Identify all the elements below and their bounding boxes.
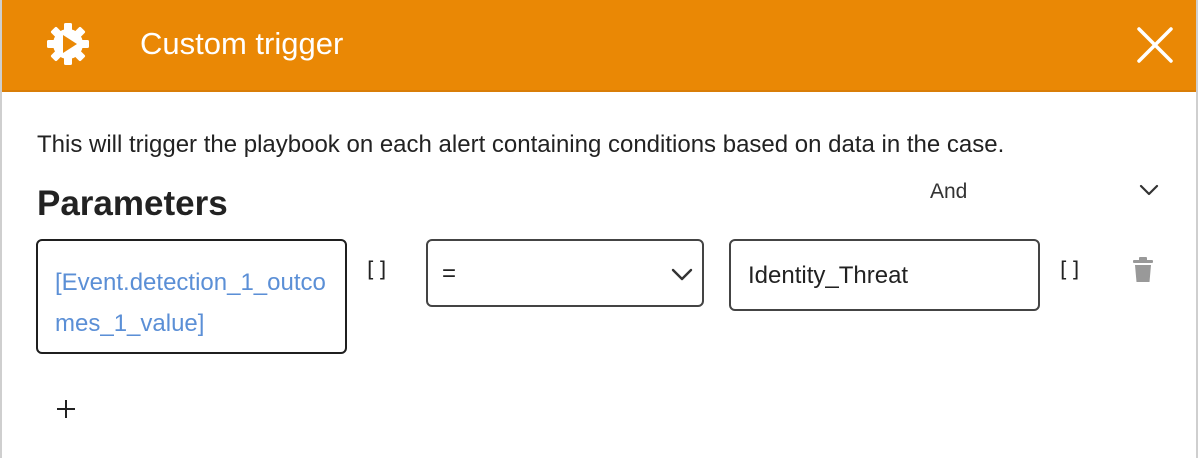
parameters-heading: Parameters (37, 184, 228, 223)
field-placeholder-button[interactable]: [] (364, 256, 389, 284)
value-placeholder-button[interactable]: [] (1057, 256, 1082, 284)
plus-icon[interactable] (53, 396, 79, 422)
condition-field-value: [Event.detection_1_outcomes_1_value] (55, 269, 326, 337)
chevron-down-icon (671, 268, 693, 281)
trash-icon[interactable] (1131, 257, 1155, 283)
close-icon[interactable] (1136, 26, 1174, 64)
condition-value-input[interactable]: Identity_Threat (729, 239, 1040, 311)
logic-operator-dropdown[interactable]: And (902, 172, 1168, 212)
dialog-title: Custom trigger (140, 26, 344, 61)
dialog-header: Custom trigger (2, 0, 1196, 92)
trigger-description: This will trigger the playbook on each a… (37, 131, 1005, 158)
condition-operator-value: = (442, 260, 457, 287)
custom-trigger-dialog: Custom trigger This will trigger the pla… (0, 0, 1198, 458)
condition-value-text: Identity_Threat (748, 262, 909, 289)
chevron-down-icon (1139, 184, 1159, 196)
condition-field-input[interactable]: [Event.detection_1_outcomes_1_value] (36, 239, 347, 354)
condition-operator-dropdown[interactable]: = (426, 239, 704, 307)
gear-play-icon (47, 23, 89, 65)
logic-operator-value: And (930, 180, 968, 203)
